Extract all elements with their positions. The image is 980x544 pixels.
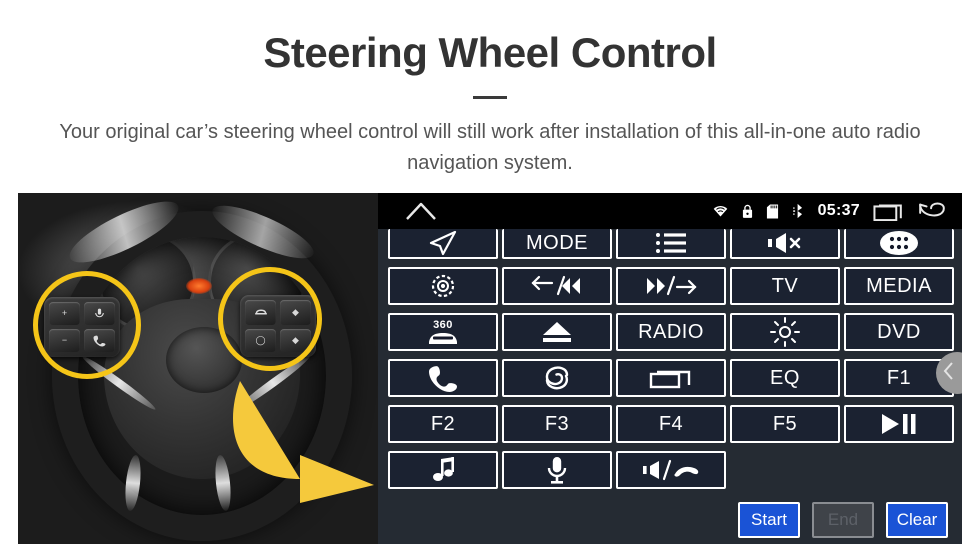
swc-button-label: TV [771,274,799,297]
curved-arrow-icon [232,381,374,503]
swc-button-media[interactable]: MEDIA [844,267,954,305]
status-icons-group: 05:37 [712,201,946,221]
phone-icon [428,364,458,392]
svg-text:360: 360 [433,319,453,331]
swc-button-mute[interactable] [730,229,840,259]
swc-button-label: F3 [544,412,570,435]
swc-button-label: DVD [877,320,921,343]
swc-button-radio[interactable]: RADIO [616,313,726,351]
swc-button-music[interactable] [388,451,498,489]
swc-button-next[interactable] [616,267,726,305]
apps-grid-icon [879,230,919,256]
swc-button-label: F2 [430,412,456,435]
page-title: Steering Wheel Control [263,29,717,76]
swc-button-tv[interactable]: TV [730,267,840,305]
swc-button-label: RADIO [638,320,704,343]
swc-button-windows[interactable] [616,359,726,397]
swc-button-label: EQ [770,366,800,389]
steering-wheel-photo: + − ◆ ◯ ◆ [18,193,378,544]
swc-button-volume-hangup[interactable] [616,451,726,489]
car-360-icon: 360 [423,317,463,347]
music-note-icon [429,456,457,484]
swc-button-eq[interactable]: EQ [730,359,840,397]
swc-button-label: MODE [526,231,588,254]
list-icon [655,232,687,254]
recents-icon[interactable] [873,201,905,221]
action-button-row: Start End Clear [738,502,948,538]
mute-icon [767,231,803,255]
radio-head-unit-panel: 05:37 MODE TV MEDIA 360 RADIO DVD EQ F1 F2 F3 F4 F5 [378,193,962,544]
swc-button-label: F1 [886,366,912,389]
swc-button-f4[interactable]: F4 [616,405,726,443]
swc-button-f3[interactable]: F3 [502,405,612,443]
swc-button-label: F5 [772,412,798,435]
highlight-ring-left [33,271,141,379]
bluetooth-icon [792,203,805,219]
swc-button-apps[interactable] [844,229,954,259]
swc-button-dvd[interactable]: DVD [844,313,954,351]
eject-icon [540,320,574,344]
end-button[interactable]: End [812,502,874,538]
sd-card-icon [766,203,779,219]
swc-button-navigation[interactable] [388,229,498,259]
swc-button-f2[interactable]: F2 [388,405,498,443]
swc-button-label: MEDIA [866,274,932,297]
page-root: Steering Wheel Control Your original car… [0,0,980,544]
highlight-ring-right [218,267,322,371]
swc-button-label: F4 [658,412,684,435]
android-status-bar: 05:37 [378,193,962,229]
microphone-icon [545,455,569,485]
swirl-icon [541,364,573,392]
play-pause-icon [880,412,918,436]
swc-button-list[interactable] [616,229,726,259]
volume-hangup-icon [642,458,700,482]
swc-button-eject[interactable] [502,313,612,351]
swc-button-phone[interactable] [388,359,498,397]
navigation-arrow-icon [428,230,458,256]
chevron-left-icon [943,361,955,385]
start-button[interactable]: Start [738,502,800,538]
wifi-icon [712,204,729,218]
back-icon[interactable] [918,201,946,221]
clock: 05:37 [817,202,860,219]
swc-button-brightness[interactable] [730,313,840,351]
swc-button-camera-360[interactable]: 360 [388,313,498,351]
previous-track-icon [530,275,584,297]
swc-button-mode[interactable]: MODE [502,229,612,259]
title-divider [473,96,507,99]
home-icon[interactable] [404,201,438,221]
window-switch-icon [649,367,693,389]
swc-button-f5[interactable]: F5 [730,405,840,443]
swc-button-microphone[interactable] [502,451,612,489]
swc-button-power-disc[interactable] [388,267,498,305]
lock-icon [742,204,753,219]
disc-icon [430,273,456,299]
swc-button-voice-assistant[interactable] [502,359,612,397]
swc-button-previous[interactable] [502,267,612,305]
next-track-icon [644,275,698,297]
clear-button[interactable]: Clear [886,502,948,538]
brightness-icon [770,317,800,347]
page-subtitle: Your original car’s steering wheel contr… [59,121,921,174]
swc-button-play-pause[interactable] [844,405,954,443]
swc-button-grid: MODE TV MEDIA 360 RADIO DVD EQ F1 F2 F3 F4 F5 [386,229,954,489]
